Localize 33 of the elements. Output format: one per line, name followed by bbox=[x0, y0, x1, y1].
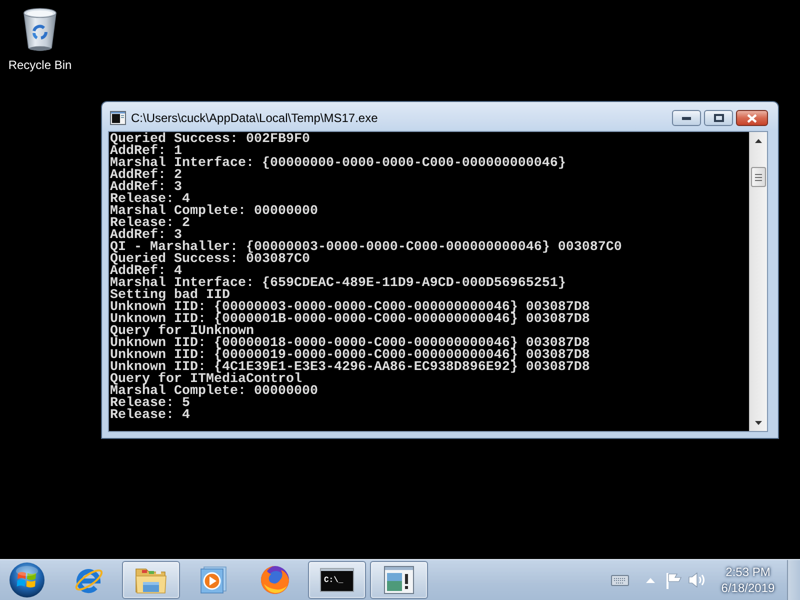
console-line: Release: 4 bbox=[110, 410, 190, 422]
desktop-icon-label[interactable]: Recycle Bin bbox=[8, 58, 72, 72]
scroll-thumb[interactable] bbox=[751, 167, 766, 187]
trash-bin-icon[interactable] bbox=[22, 7, 58, 53]
fox-globe-icon bbox=[259, 564, 291, 596]
close-button[interactable] bbox=[736, 110, 768, 126]
maximize-button[interactable] bbox=[704, 110, 733, 126]
keyboard-icon[interactable] bbox=[611, 574, 629, 586]
caret-icon bbox=[755, 420, 762, 424]
caret-icon bbox=[755, 138, 762, 142]
console-icon: C:\_ bbox=[320, 568, 354, 592]
console-window-icon bbox=[110, 111, 126, 125]
maximize-icon bbox=[714, 114, 724, 122]
taskbar-button[interactable] bbox=[370, 561, 428, 599]
play-tile-icon bbox=[198, 565, 228, 595]
start-button[interactable] bbox=[9, 562, 45, 598]
window-icon bbox=[384, 566, 414, 594]
console-line: AddRef: 3 bbox=[110, 230, 182, 242]
caret-icon bbox=[646, 578, 654, 582]
console-line: Queried Success: 002FB9F0 bbox=[110, 134, 310, 146]
window-title: C:\Users\cuck\AppData\Local\Temp\MS17.exe bbox=[131, 111, 378, 125]
minimize-icon bbox=[682, 116, 691, 120]
console-line: Queried Success: 003087C0 bbox=[110, 254, 310, 266]
close-icon bbox=[747, 114, 757, 122]
taskbar-button[interactable] bbox=[122, 561, 180, 599]
speaker-icon[interactable] bbox=[688, 572, 706, 588]
show-desktop-button[interactable] bbox=[787, 560, 800, 600]
taskbar-button[interactable]: C:\_ bbox=[308, 561, 366, 599]
minimize-button[interactable] bbox=[672, 110, 701, 126]
grip-icon bbox=[755, 174, 762, 180]
scrollbar[interactable] bbox=[749, 132, 767, 431]
start-orb-icon bbox=[9, 562, 45, 598]
flag-icon[interactable] bbox=[666, 572, 682, 588]
